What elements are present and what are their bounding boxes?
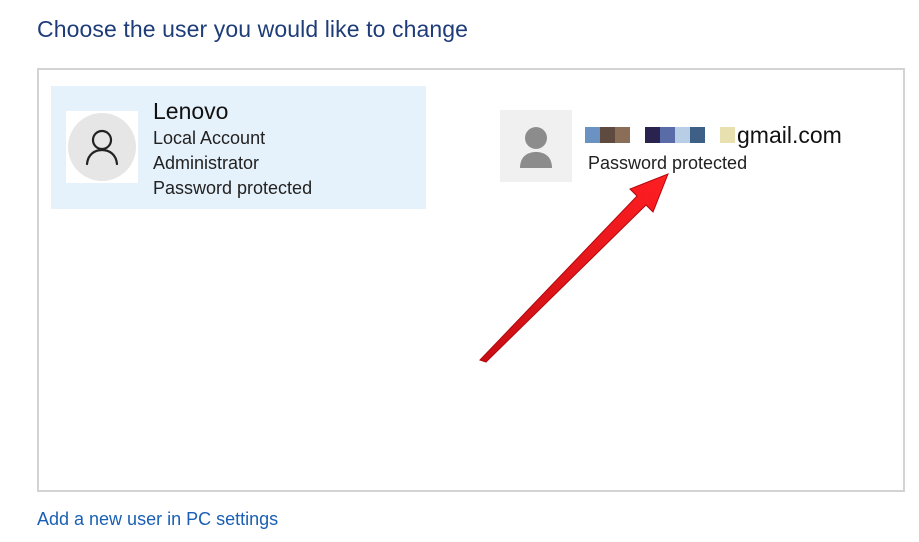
redaction-block <box>600 127 615 143</box>
avatar <box>66 111 138 183</box>
redaction-block <box>660 127 675 143</box>
user-silhouette-icon <box>520 127 552 168</box>
add-new-user-link[interactable]: Add a new user in PC settings <box>37 509 278 530</box>
page-title: Choose the user you would like to change <box>37 16 469 42</box>
redaction-block <box>630 127 645 143</box>
change-user-page: Choose the user you would like to change… <box>0 0 919 542</box>
user-role: Administrator <box>153 153 260 173</box>
user-tile-lenovo[interactable]: Lenovo Local Account Administrator Passw… <box>51 86 426 209</box>
user-account-type: Local Account <box>153 128 266 148</box>
email-domain: gmail.com <box>737 121 842 148</box>
user-status: Password protected <box>153 178 313 198</box>
redaction-block <box>720 127 735 143</box>
user-email: gmail.com <box>585 122 842 148</box>
redaction-block <box>705 127 720 143</box>
user-avatar-icon <box>68 113 136 181</box>
redaction-block <box>585 127 600 143</box>
user-tile-gmail[interactable]: gmail.com Password protected <box>500 108 880 188</box>
redaction-block <box>675 127 690 143</box>
redaction-block <box>690 127 705 143</box>
user-status: Password protected <box>588 153 748 173</box>
redaction-block <box>645 127 660 143</box>
user-name: Lenovo <box>153 98 229 124</box>
redaction-block <box>615 127 630 143</box>
avatar <box>500 110 572 182</box>
